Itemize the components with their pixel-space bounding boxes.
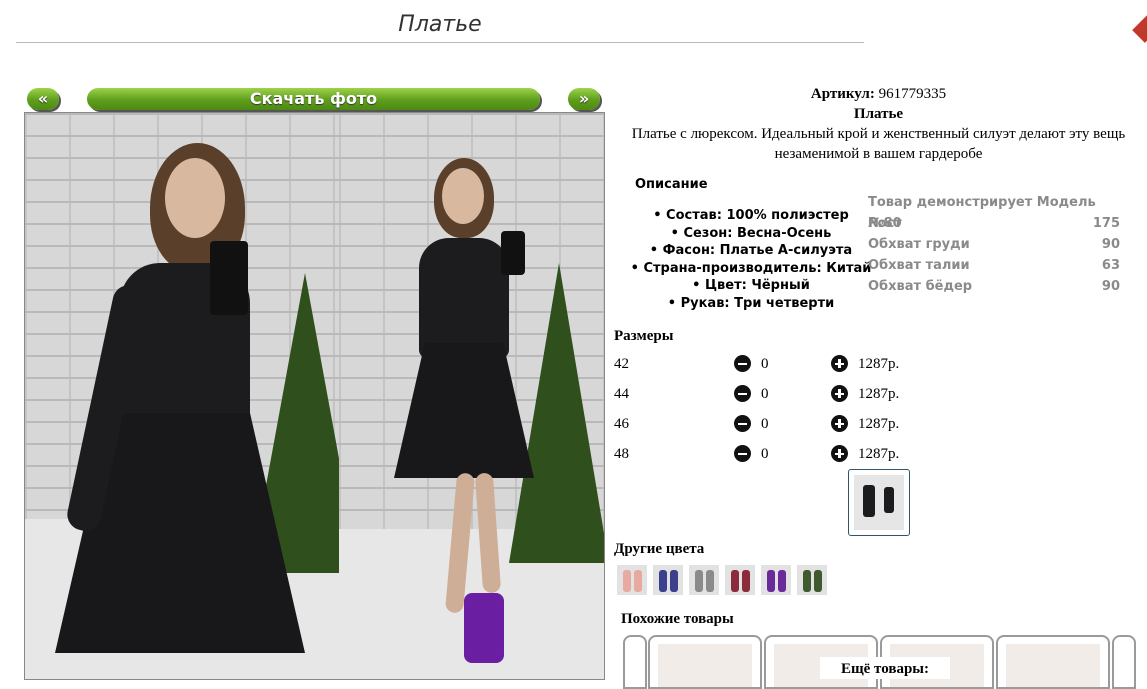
color-swatch <box>706 570 714 592</box>
phone <box>501 231 525 275</box>
minus-icon[interactable] <box>734 355 751 372</box>
more-products-link[interactable]: Ещё товары: <box>820 657 950 679</box>
title-divider <box>16 42 864 43</box>
description-item: Цвет: Чёрный <box>612 277 890 295</box>
sku-label: Артикул: <box>810 86 875 102</box>
selected-product-thumbnail[interactable] <box>848 469 910 536</box>
model-row: Обхват бёдер 90 <box>868 276 1120 297</box>
description-item: Сезон: Весна-Осень <box>612 225 890 243</box>
other-colors-heading: Другие цвета <box>614 541 705 557</box>
model-row-value: 90 <box>1101 279 1120 294</box>
model-row-value: 175 <box>1092 216 1120 231</box>
model-row: Обхват груди 90 <box>868 234 1120 255</box>
size-price: 1287р. <box>858 356 900 372</box>
thumbnail-image <box>854 475 904 530</box>
corner-logo-fragment <box>1132 13 1147 43</box>
color-swatch <box>814 570 822 592</box>
color-variant-thumbnail[interactable] <box>797 565 827 595</box>
model-row: Обхват талии 63 <box>868 255 1120 276</box>
similar-scroll-left[interactable] <box>623 635 647 689</box>
size-value: 48 <box>614 446 629 462</box>
product-description: Платье с люрексом. Идеальный крой и женс… <box>631 126 1126 162</box>
page-title: Платье <box>398 12 482 37</box>
size-quantity: 0 <box>761 416 769 432</box>
size-row: 48 0 1287р. <box>614 444 914 464</box>
color-swatch <box>634 570 642 592</box>
similar-product-card[interactable] <box>648 635 762 689</box>
model-row-value: 63 <box>1101 258 1120 273</box>
size-row: 42 0 1287р. <box>614 354 914 374</box>
plus-icon[interactable] <box>831 385 848 402</box>
similar-product-image <box>1006 644 1100 687</box>
description-item: Страна-производитель: Китай <box>612 260 890 278</box>
similar-product-card[interactable] <box>996 635 1110 689</box>
size-price: 1287р. <box>858 416 900 432</box>
minus-icon[interactable] <box>734 445 751 462</box>
size-price: 1287р. <box>858 446 900 462</box>
minus-icon[interactable] <box>734 385 751 402</box>
size-quantity: 0 <box>761 356 769 372</box>
product-name: Платье <box>853 106 904 122</box>
model-face <box>442 168 484 224</box>
model-row-label: Обхват груди <box>868 237 970 252</box>
sizes-heading: Размеры <box>614 328 674 344</box>
size-quantity: 0 <box>761 446 769 462</box>
model-face <box>165 158 225 238</box>
christmas-tree <box>509 263 604 563</box>
size-value: 46 <box>614 416 629 432</box>
model-measurements: Товар демонстрирует Модель №80 Рост 175 О… <box>868 192 1120 297</box>
model-heading: Товар демонстрирует Модель №80 <box>868 195 1096 231</box>
model-row-label: Обхват бёдер <box>868 279 973 294</box>
product-photo-2[interactable] <box>339 113 604 679</box>
size-price: 1287р. <box>858 386 900 402</box>
color-swatch <box>778 570 786 592</box>
model-row-label: Рост <box>868 216 902 231</box>
color-variant-thumbnail[interactable] <box>653 565 683 595</box>
product-info: Артикул: 961779335 Платье Платье с люрек… <box>610 84 1147 164</box>
description-list: Состав: 100% полиэстер Сезон: Весна-Осен… <box>612 207 890 312</box>
color-swatch <box>742 570 750 592</box>
description-item: Рукав: Три четверти <box>612 295 890 313</box>
size-value: 44 <box>614 386 629 402</box>
color-swatch <box>623 570 631 592</box>
color-swatch <box>695 570 703 592</box>
size-quantity: 0 <box>761 386 769 402</box>
purple-shoe <box>464 593 504 663</box>
similar-products-heading: Похожие товары <box>621 611 734 627</box>
description-item: Состав: 100% полиэстер <box>612 207 890 225</box>
size-row: 46 0 1287р. <box>614 414 914 434</box>
product-photo-1[interactable] <box>25 113 339 679</box>
color-swatch <box>659 570 667 592</box>
size-row: 44 0 1287р. <box>614 384 914 404</box>
description-item: Фасон: Платье А-силуэта <box>612 242 890 260</box>
model-row-label: Обхват талии <box>868 258 970 273</box>
product-gallery[interactable] <box>24 112 605 680</box>
prev-photo-button[interactable]: « <box>27 88 59 110</box>
similar-product-image <box>658 644 752 687</box>
description-heading: Описание <box>635 177 708 192</box>
plus-icon[interactable] <box>831 445 848 462</box>
similar-scroll-right[interactable] <box>1112 635 1136 689</box>
plus-icon[interactable] <box>831 355 848 372</box>
color-swatch <box>803 570 811 592</box>
minus-icon[interactable] <box>734 415 751 432</box>
color-swatch <box>731 570 739 592</box>
download-photo-button[interactable]: Скачать фото <box>87 88 540 110</box>
plus-icon[interactable] <box>831 415 848 432</box>
model-row-value: 90 <box>1101 237 1120 252</box>
color-variant-thumbnail[interactable] <box>761 565 791 595</box>
color-swatch <box>670 570 678 592</box>
size-value: 42 <box>614 356 629 372</box>
phone <box>210 241 248 315</box>
sku-line: Артикул: 961779335 <box>610 84 1147 104</box>
color-variant-thumbnail[interactable] <box>689 565 719 595</box>
color-variant-thumbnail[interactable] <box>725 565 755 595</box>
dress-bodice <box>419 238 509 358</box>
sku-value: 961779335 <box>878 86 947 102</box>
model-row: Рост 175 <box>868 213 1120 234</box>
color-variant-thumbnail[interactable] <box>617 565 647 595</box>
color-swatch <box>767 570 775 592</box>
next-photo-button[interactable]: » <box>568 88 600 110</box>
